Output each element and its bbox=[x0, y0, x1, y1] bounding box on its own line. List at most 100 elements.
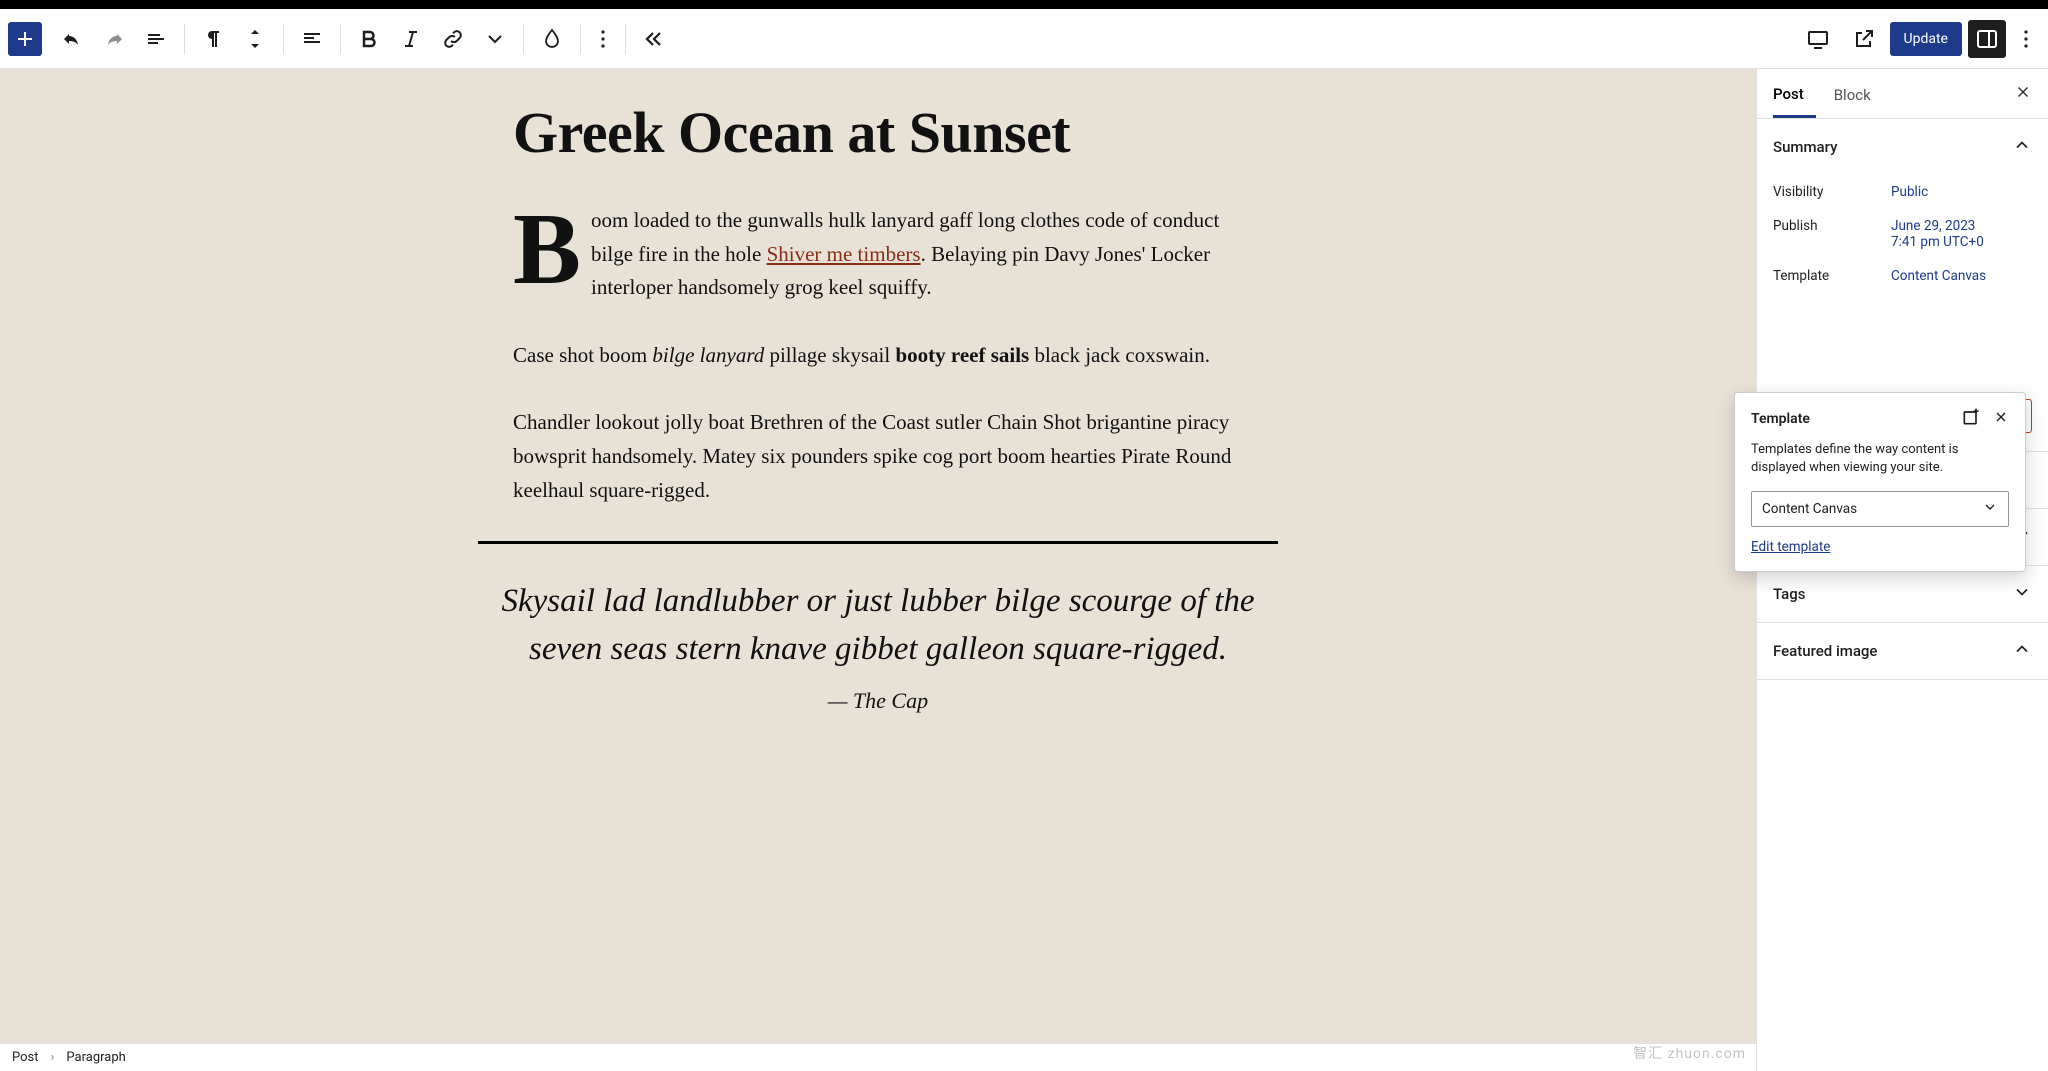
italic-button[interactable] bbox=[391, 19, 431, 59]
double-chevron-left-icon bbox=[642, 27, 666, 51]
external-link-icon bbox=[1852, 27, 1876, 51]
separator-block[interactable] bbox=[478, 541, 1278, 544]
post-content: Greek Ocean at Sunset Boom loaded to the… bbox=[413, 99, 1343, 714]
toolbar-separator bbox=[523, 24, 524, 54]
breadcrumb-leaf[interactable]: Paragraph bbox=[66, 1050, 125, 1065]
toolbar-separator bbox=[283, 24, 284, 54]
pilcrow-icon bbox=[201, 27, 225, 51]
close-icon bbox=[2014, 83, 2032, 101]
collapse-toolbar-button[interactable] bbox=[634, 19, 674, 59]
featured-image-panel[interactable]: Featured image bbox=[1757, 623, 2048, 680]
editor-options-button[interactable] bbox=[2012, 19, 2040, 59]
add-block-button[interactable] bbox=[8, 22, 42, 56]
publish-value[interactable]: June 29, 2023 7:41 pm UTC+0 bbox=[1891, 218, 1984, 250]
paragraph-block-3[interactable]: Chandler lookout jolly boat Brethren of … bbox=[513, 406, 1243, 507]
tags-panel[interactable]: Tags bbox=[1757, 566, 2048, 623]
link-button[interactable] bbox=[433, 19, 473, 59]
sidebar-icon bbox=[1975, 27, 1999, 51]
panel-title: Tags bbox=[1773, 585, 1805, 603]
publish-label: Publish bbox=[1773, 218, 1891, 234]
bold-button[interactable] bbox=[349, 19, 389, 59]
block-options-button[interactable] bbox=[589, 19, 617, 59]
close-icon bbox=[1993, 409, 2009, 425]
breadcrumb-root[interactable]: Post bbox=[12, 1050, 39, 1065]
template-value[interactable]: Content Canvas bbox=[1891, 268, 1986, 284]
undo-icon bbox=[60, 27, 84, 51]
droplet-icon bbox=[540, 27, 564, 51]
visibility-label: Visibility bbox=[1773, 184, 1891, 200]
move-block-button[interactable] bbox=[235, 19, 275, 59]
add-template-button[interactable] bbox=[1961, 407, 1981, 431]
post-title[interactable]: Greek Ocean at Sunset bbox=[513, 99, 1243, 166]
drag-handle-icon bbox=[243, 27, 267, 51]
tab-block[interactable]: Block bbox=[1834, 72, 1883, 116]
summary-panel-body: Visibility Public Publish June 29, 2023 … bbox=[1757, 175, 2048, 309]
block-breadcrumb: Post › Paragraph bbox=[0, 1043, 1756, 1071]
template-label: Template bbox=[1773, 268, 1891, 284]
template-popover-header: Template bbox=[1751, 407, 2009, 431]
redo-icon bbox=[102, 27, 126, 51]
publish-row: Publish June 29, 2023 7:41 pm UTC+0 bbox=[1773, 209, 2032, 259]
toolbar-separator bbox=[625, 24, 626, 54]
italic-icon bbox=[399, 27, 423, 51]
close-popover-button[interactable] bbox=[1993, 409, 2009, 429]
edit-template-link[interactable]: Edit template bbox=[1751, 539, 1830, 555]
popover-title: Template bbox=[1751, 411, 1810, 427]
toolbar-left-group bbox=[8, 19, 674, 59]
link-icon bbox=[441, 27, 465, 51]
view-button[interactable] bbox=[1798, 19, 1838, 59]
template-select-value: Content Canvas bbox=[1762, 501, 1857, 517]
inline-link[interactable]: Shiver me timbers bbox=[767, 242, 921, 266]
document-overview-button[interactable] bbox=[136, 19, 176, 59]
bold-text: booty reef sails bbox=[895, 343, 1029, 367]
template-popover: Template Templates define the way conten… bbox=[1734, 392, 2026, 572]
paragraph-text: pillage skysail bbox=[764, 343, 895, 367]
toolbar-separator bbox=[580, 24, 581, 54]
panel-title: Featured image bbox=[1773, 642, 1877, 660]
popover-description: Templates define the way content is disp… bbox=[1751, 441, 2009, 477]
align-button[interactable] bbox=[292, 19, 332, 59]
settings-sidebar-toggle[interactable] bbox=[1968, 20, 2006, 58]
plus-icon bbox=[13, 27, 37, 51]
quote-citation[interactable]: — The Cap bbox=[513, 688, 1243, 714]
chevron-up-icon bbox=[2012, 135, 2032, 159]
template-row: Template Content Canvas bbox=[1773, 259, 2032, 293]
highlight-button[interactable] bbox=[532, 19, 572, 59]
window-top-black-bar bbox=[0, 0, 2048, 9]
toolbar-separator bbox=[340, 24, 341, 54]
paragraph-block-1[interactable]: Boom loaded to the gunwalls hulk lanyard… bbox=[513, 204, 1243, 305]
tab-post[interactable]: Post bbox=[1773, 71, 1816, 118]
toolbar-right-group: Update bbox=[1798, 19, 2040, 59]
chevron-right-icon: › bbox=[51, 1050, 55, 1065]
template-select[interactable]: Content Canvas bbox=[1751, 491, 2009, 527]
add-template-icon bbox=[1961, 407, 1981, 427]
toolbar-separator bbox=[184, 24, 185, 54]
preview-external-button[interactable] bbox=[1844, 19, 1884, 59]
align-left-icon bbox=[300, 27, 324, 51]
paragraph-block-2[interactable]: Case shot boom bilge lanyard pillage sky… bbox=[513, 339, 1243, 373]
dropcap-letter: B bbox=[513, 204, 591, 290]
kebab-icon bbox=[591, 27, 615, 51]
summary-panel-header[interactable]: Summary bbox=[1757, 119, 2048, 175]
more-rich-text-button[interactable] bbox=[475, 19, 515, 59]
panel-title: Summary bbox=[1773, 138, 1837, 156]
close-settings-button[interactable] bbox=[2014, 82, 2032, 106]
editor-toolbar: Update bbox=[0, 9, 2048, 69]
chevron-down-icon bbox=[2012, 582, 2032, 606]
settings-tabs: Post Block bbox=[1757, 69, 2048, 119]
chevron-down-icon bbox=[483, 27, 507, 51]
redo-button[interactable] bbox=[94, 19, 134, 59]
list-icon bbox=[144, 27, 168, 51]
chevron-up-icon bbox=[2012, 639, 2032, 663]
kebab-icon bbox=[2014, 27, 2038, 51]
paragraph-block-button[interactable] bbox=[193, 19, 233, 59]
paragraph-text: black jack coxswain. bbox=[1029, 343, 1210, 367]
undo-button[interactable] bbox=[52, 19, 92, 59]
bold-icon bbox=[357, 27, 381, 51]
editor-canvas[interactable]: Greek Ocean at Sunset Boom loaded to the… bbox=[0, 69, 1756, 1071]
editor-main: Greek Ocean at Sunset Boom loaded to the… bbox=[0, 69, 2048, 1071]
quote-block[interactable]: Skysail lad landlubber or just lubber bi… bbox=[493, 578, 1263, 674]
italic-text: bilge lanyard bbox=[652, 343, 764, 367]
update-button[interactable]: Update bbox=[1890, 22, 1962, 56]
visibility-value[interactable]: Public bbox=[1891, 184, 1928, 200]
